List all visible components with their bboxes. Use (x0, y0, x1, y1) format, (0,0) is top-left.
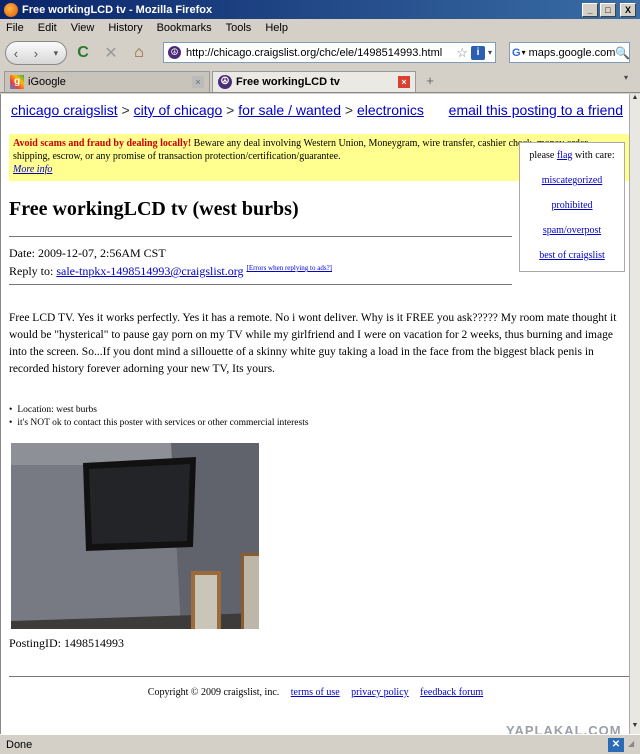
vertical-scrollbar[interactable]: ▲ ▼ (629, 94, 640, 734)
more-info-link[interactable]: More info (13, 164, 52, 175)
scam-warning-heading: Avoid scams and fraud by dealing locally… (13, 138, 192, 149)
tab-label: iGoogle (28, 76, 66, 88)
forward-icon[interactable]: › (34, 46, 38, 61)
flag-prefix: please (529, 150, 557, 161)
menu-file[interactable]: File (6, 22, 24, 34)
scroll-down-icon[interactable]: ▼ (630, 722, 640, 734)
posting-id: PostingID: 1498514993 (9, 636, 124, 651)
google-icon[interactable]: G (512, 45, 521, 61)
site-favicon-icon: ☮ (168, 46, 181, 59)
bookmark-star-icon[interactable]: ☆ (456, 45, 468, 61)
maximize-button[interactable]: □ (600, 2, 616, 17)
divider (9, 236, 512, 237)
posting-id-label: PostingID: (9, 636, 65, 650)
breadcrumb-city-link[interactable]: city of chicago (134, 102, 223, 118)
tab-list-icon[interactable]: ▾ (624, 73, 636, 91)
terms-link[interactable]: terms of use (291, 687, 340, 698)
posting-id-value: 1498514993 (64, 636, 125, 650)
url-bar[interactable]: ☮ http://chicago.craigslist.org/chc/ele/… (163, 42, 496, 63)
close-window-button[interactable]: X (620, 2, 636, 17)
tv-photo-illustration (11, 443, 259, 629)
flag-box: please flag with care: miscategorized pr… (519, 142, 625, 272)
reply-errors-link[interactable]: [Errors when replying to ads?] (246, 264, 332, 272)
menu-history[interactable]: History (108, 22, 142, 34)
posting-body: Free LCD TV. Yes it works perfectly. Yes… (9, 312, 617, 375)
tab-label: Free workingLCD tv (236, 76, 340, 88)
reply-to: Reply to: sale-tnpkx-1498514993@craigsli… (9, 264, 332, 279)
flag-miscategorized-link[interactable]: miscategorized (520, 175, 624, 186)
flag-best-of-link[interactable]: best of craigslist (520, 250, 624, 261)
navigation-toolbar: ‹ › ▾ C ✕ ⌂ ☮ http://chicago.craigslist.… (0, 37, 640, 69)
menu-edit[interactable]: Edit (38, 22, 57, 34)
minimize-button[interactable]: _ (582, 2, 598, 17)
url-dropdown-icon[interactable]: ▾ (488, 48, 492, 57)
posting-title: Free workingLCD tv (west burbs) (9, 198, 299, 220)
watermark: YAPLAKAL.COM (506, 723, 622, 734)
search-icon[interactable]: 🔍 (615, 46, 630, 60)
flag-link[interactable]: flag (557, 150, 573, 161)
breadcrumb-site-link[interactable]: chicago craigslist (11, 102, 118, 118)
privacy-link[interactable]: privacy policy (351, 687, 408, 698)
flag-prohibited-link[interactable]: prohibited (520, 200, 624, 211)
scroll-up-icon[interactable]: ▲ (630, 94, 640, 106)
breadcrumb: chicago craigslist > city of chicago > f… (11, 102, 623, 118)
window-title: Free workingLCD tv - Mozilla Firefox (22, 3, 213, 16)
date-label: Date: (9, 246, 38, 260)
menu-bookmarks[interactable]: Bookmarks (157, 22, 212, 34)
menu-view[interactable]: View (71, 22, 95, 34)
posting-attributes: Location: west burbs it's NOT ok to cont… (9, 404, 309, 430)
divider (9, 676, 629, 677)
status-text: Done (6, 738, 33, 751)
status-bar: Done ✕ ◢ (0, 734, 640, 754)
search-engine-dropdown-icon[interactable]: ▾ (522, 48, 526, 57)
craigslist-peace-icon: ☮ (218, 75, 232, 89)
new-tab-button[interactable]: + (420, 73, 440, 91)
info-icon[interactable]: i (470, 45, 485, 60)
reply-email-link[interactable]: sale-tnpkx-1498514993@craigslist.org (56, 264, 243, 278)
back-forward-group: ‹ › ▾ (5, 41, 67, 65)
email-posting-link[interactable]: email this posting to a friend (449, 102, 623, 118)
search-bar[interactable]: G ▾ maps.google.com 🔍 (509, 42, 630, 63)
window-title-bar: Free workingLCD tv - Mozilla Firefox _ □… (0, 0, 640, 19)
tab-free-workinglcd-tv[interactable]: ☮ Free workingLCD tv × (212, 71, 416, 92)
breadcrumb-separator: > (117, 102, 134, 118)
igoogle-icon: g (10, 75, 24, 89)
flag-suffix: with care: (572, 150, 615, 161)
flag-spam-link[interactable]: spam/overpost (520, 225, 624, 236)
reply-label: Reply to: (9, 264, 57, 278)
history-dropdown-icon[interactable]: ▾ (54, 48, 59, 59)
breadcrumb-category-link[interactable]: electronics (357, 102, 424, 118)
tab-close-icon[interactable]: × (398, 76, 410, 88)
breadcrumb-section-link[interactable]: for sale / wanted (238, 102, 341, 118)
location-item: Location: west burbs (9, 404, 309, 417)
url-input[interactable]: http://chicago.craigslist.org/chc/ele/14… (186, 47, 456, 59)
date-value: 2009-12-07, 2:56AM CST (38, 246, 166, 260)
copyright-text: Copyright © 2009 craigslist, inc. (147, 687, 280, 698)
contact-note-item: it's NOT ok to contact this poster with … (9, 417, 308, 430)
search-input[interactable]: maps.google.com (529, 47, 616, 59)
menu-tools[interactable]: Tools (226, 22, 252, 34)
flag-header: please flag with care: (520, 150, 624, 161)
posting-date: Date: 2009-12-07, 2:56AM CST (9, 246, 166, 261)
stop-icon[interactable]: ✕ (99, 41, 123, 65)
tab-bar: g iGoogle × ☮ Free workingLCD tv × + ▾ (0, 69, 640, 93)
posting-photo[interactable] (11, 443, 259, 629)
feedback-link[interactable]: feedback forum (420, 687, 483, 698)
resize-grip-icon[interactable]: ◢ (628, 739, 640, 751)
divider (9, 284, 512, 285)
breadcrumb-separator: > (222, 102, 239, 118)
breadcrumb-separator: > (341, 102, 357, 118)
back-icon[interactable]: ‹ (14, 46, 18, 61)
menu-bar: File Edit View History Bookmarks Tools H… (0, 19, 640, 37)
page-footer: Copyright © 2009 craigslist, inc. terms … (1, 687, 629, 698)
firefox-icon (4, 2, 18, 17)
menu-help[interactable]: Help (265, 22, 288, 34)
tab-close-icon[interactable]: × (192, 76, 204, 88)
xmarks-icon[interactable]: ✕ (608, 737, 624, 752)
home-icon[interactable]: ⌂ (127, 41, 151, 65)
page-content: chicago craigslist > city of chicago > f… (0, 94, 629, 734)
reload-icon[interactable]: C (71, 41, 95, 65)
tab-igoogle[interactable]: g iGoogle × (4, 71, 210, 92)
